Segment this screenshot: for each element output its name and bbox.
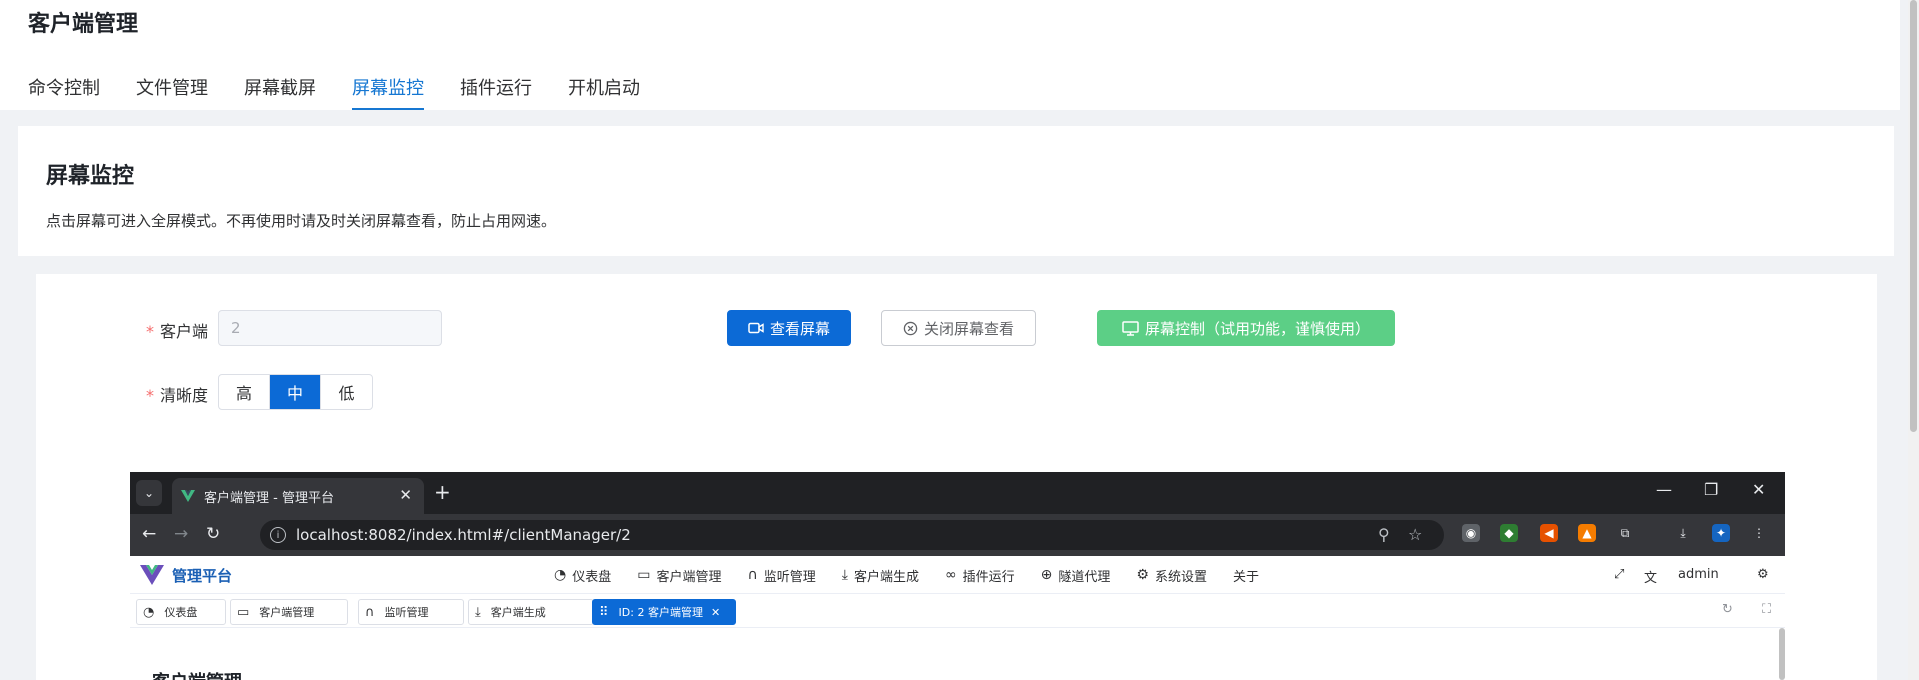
browser-tab-strip: ⌄ 客户端管理 - 管理平台 ✕ + — ❐ ✕ [130, 472, 1785, 514]
menu-item-client-manager: ▭ 客户端管理 [637, 567, 722, 585]
tab-command-control[interactable]: 命令控制 [28, 74, 100, 110]
extension-icon: ◉ [1462, 524, 1480, 542]
monitor-icon: ▭ [637, 567, 651, 583]
forward-icon: → [174, 524, 189, 544]
refresh-icon: ↻ [1722, 602, 1733, 617]
link-icon: ∞ [944, 567, 957, 583]
video-camera-icon [748, 322, 764, 334]
close-icon: ✕ [399, 486, 412, 504]
address-bar: i localhost:8082/index.html#/clientManag… [260, 520, 1444, 550]
gear-icon: ⚙ [1136, 567, 1149, 583]
minimize-icon: — [1656, 480, 1672, 499]
reload-icon: ↻ [206, 524, 221, 544]
section-description: 点击屏幕可进入全屏模式。不再使用时请及时关闭屏幕查看，防止占用网速。 [46, 212, 557, 230]
translate-icon: 文 [1644, 571, 1658, 586]
tab-startup[interactable]: 开机启动 [568, 74, 640, 110]
extension-icon: ◆ [1500, 524, 1518, 542]
section-title: 屏幕监控 [46, 164, 135, 189]
drag-icon: ⠿ [599, 604, 609, 620]
headset-icon: ∩ [747, 567, 758, 583]
app-menu: ◔ 仪表盘 ▭ 客户端管理 ∩ 监听管理 ⤓ 客户端生成 ∞ 插件运行 ⊕ 隧道代理 ⚙ 系统… [554, 556, 1285, 594]
close-screen-label: 关闭屏幕查看 [923, 319, 1014, 338]
headset-icon: ∩ [365, 604, 375, 620]
star-icon: ☆ [1408, 525, 1423, 544]
screen-control-label: 屏幕控制（试用功能，谨慎使用） [1144, 319, 1370, 338]
info-card: 屏幕监控 点击屏幕可进入全屏模式。不再使用时请及时关闭屏幕查看，防止占用网速。 [18, 126, 1894, 256]
info-icon: i [270, 527, 286, 543]
tag-dashboard: ◔ 仪表盘 [136, 599, 226, 625]
client-input[interactable] [218, 310, 442, 346]
browser-tab-title: 客户端管理 - 管理平台 [204, 490, 334, 506]
required-mark: * [146, 322, 154, 341]
gear-icon: ⚙ [1757, 567, 1769, 582]
view-screen-label: 查看屏幕 [769, 319, 830, 338]
zoom-icon: ⚲ [1378, 525, 1390, 544]
dashboard-icon: ◔ [554, 567, 567, 583]
app-scrollbar [1779, 628, 1785, 680]
tab-plugin-run[interactable]: 插件运行 [460, 74, 532, 110]
feature-tabs: 命令控制 文件管理 屏幕截屏 屏幕监控 插件运行 开机启动 [28, 74, 676, 110]
app-header: 管理平台 ◔ 仪表盘 ▭ 客户端管理 ∩ 监听管理 ⤓ 客户端生成 ∞ 插件运行 ⊕ 隧道代… [130, 556, 1785, 594]
menu-item-tunnel: ⊕ 隧道代理 [1040, 567, 1111, 585]
download-icon: ⤓ [841, 567, 848, 583]
address-url: localhost:8082/index.html#/clientManager… [296, 526, 631, 544]
clarity-selector: 高 中 低 [218, 374, 373, 410]
browser-toolbar: ← → ↻ i localhost:8082/index.html#/clien… [130, 514, 1785, 556]
tab-search-icon: ⌄ [136, 480, 162, 506]
extension-icon: ◀ [1540, 524, 1558, 542]
more-icon: ⋮ [1753, 526, 1765, 540]
client-label: * 客户端 [146, 322, 209, 341]
globe-icon: ⊕ [1040, 567, 1053, 583]
close-icon: ✕ [710, 605, 721, 619]
menu-item-about: 关于 [1232, 569, 1259, 585]
app-content-title: 客户端管理 [152, 668, 242, 680]
tag-listener: ∩ 监听管理 [358, 599, 464, 625]
monitor-icon: ▭ [237, 604, 250, 620]
logo-icon [140, 565, 164, 585]
close-window-icon: ✕ [1752, 480, 1766, 499]
download-icon: ⤓ [475, 604, 481, 620]
close-screen-button[interactable]: 关闭屏幕查看 [881, 310, 1036, 346]
clarity-high[interactable]: 高 [219, 375, 270, 409]
app-title: 管理平台 [172, 567, 233, 585]
menu-item-settings: ⚙ 系统设置 [1136, 567, 1207, 585]
plus-icon: + [434, 480, 451, 504]
page-title: 客户端管理 [28, 12, 139, 37]
menu-item-listener: ∩ 监听管理 [747, 567, 816, 585]
dashboard-icon: ◔ [143, 604, 155, 620]
remote-screen-view[interactable]: ⌄ 客户端管理 - 管理平台 ✕ + — ❐ ✕ ← → ↻ i localho… [130, 472, 1785, 680]
menu-item-dashboard: ◔ 仪表盘 [554, 567, 612, 585]
clarity-medium[interactable]: 中 [270, 375, 321, 409]
tab-screen-monitor[interactable]: 屏幕监控 [352, 74, 424, 110]
clarity-low[interactable]: 低 [321, 375, 372, 409]
monitor-icon [1122, 320, 1139, 336]
close-circle-icon [903, 321, 918, 335]
tag-client-2: ⠿ ID: 2 客户端管理 ✕ [592, 599, 736, 625]
tab-file-manager[interactable]: 文件管理 [136, 74, 208, 110]
page-scrollbar-thumb[interactable] [1910, 0, 1917, 432]
screen-control-button[interactable]: 屏幕控制（试用功能，谨慎使用） [1097, 310, 1395, 346]
back-icon: ← [142, 524, 157, 544]
puzzle-icon: ⧉ [1620, 525, 1630, 540]
expand-icon: ⛶ [1762, 602, 1772, 617]
view-screen-button[interactable]: 查看屏幕 [727, 310, 851, 346]
download-icon: ⤓ [1680, 525, 1686, 540]
menu-item-plugin: ∞ 插件运行 [944, 567, 1015, 585]
restore-icon: ❐ [1704, 480, 1719, 499]
tab-screenshot[interactable]: 屏幕截屏 [244, 74, 316, 110]
fox-extension-icon: ▲ [1578, 524, 1596, 542]
app-favicon-icon [181, 490, 195, 502]
tag-client-manager: ▭ 客户端管理 [230, 599, 348, 625]
user-name: admin [1678, 567, 1719, 582]
page-header: 客户端管理 命令控制 文件管理 屏幕截屏 屏幕监控 插件运行 开机启动 [0, 0, 1900, 110]
browser-tab: 客户端管理 - 管理平台 ✕ [172, 478, 424, 514]
clarity-label: * 清晰度 [146, 386, 209, 405]
fullscreen-icon: ⤢ [1614, 567, 1625, 582]
app-tags-bar: ◔ 仪表盘 ▭ 客户端管理 ∩ 监听管理 ⤓ 客户端生成 ⠿ ID: 2 客户端管理 ✕ ↻… [130, 594, 1785, 628]
menu-item-client-build: ⤓ 客户端生成 [841, 567, 919, 585]
required-mark: * [146, 386, 154, 405]
tag-client-build: ⤓ 客户端生成 [468, 599, 594, 625]
profile-icon: ✦ [1712, 524, 1730, 542]
